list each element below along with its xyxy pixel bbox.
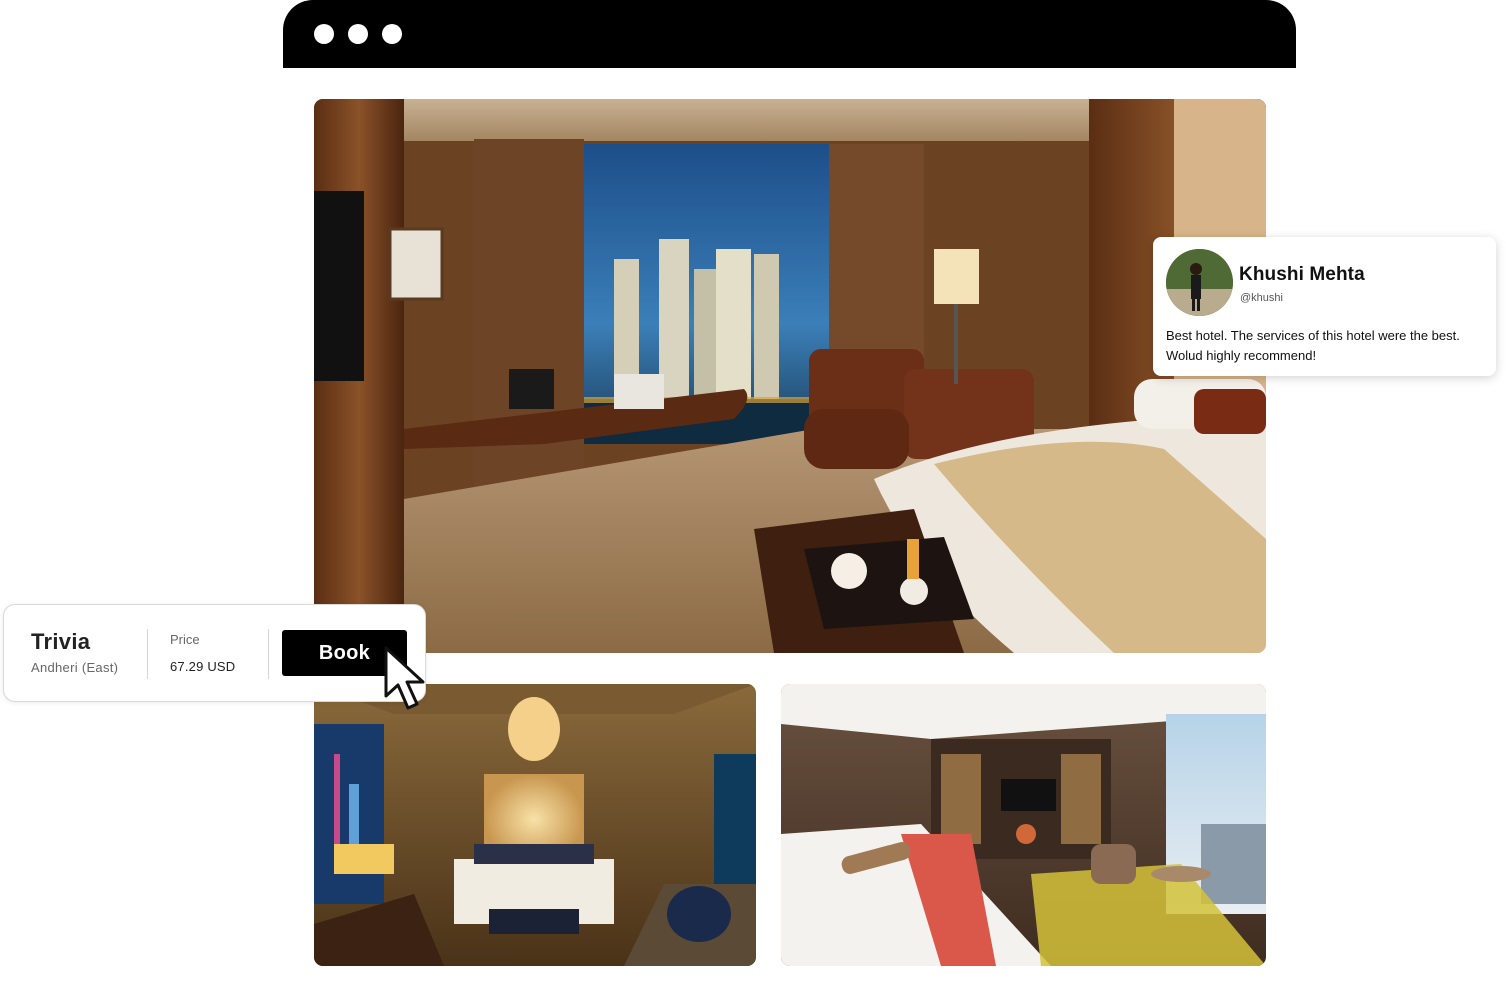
divider (268, 629, 269, 679)
price-label: Price (170, 632, 200, 647)
page: Khushi Mehta @khushi Best hotel. The ser… (0, 0, 1506, 997)
reviewer-handle: @khushi (1240, 292, 1283, 304)
window-dot[interactable] (314, 24, 334, 44)
reviewer-name: Khushi Mehta (1239, 264, 1365, 285)
hotel-bedroom-photo (314, 684, 756, 966)
review-text: Best hotel. The services of this hotel w… (1166, 328, 1460, 363)
window-dot[interactable] (382, 24, 402, 44)
avatar[interactable] (1166, 249, 1233, 316)
hotel-room-main-photo (314, 99, 1266, 653)
hotel-suite-photo (781, 684, 1266, 966)
booking-card: Trivia Andheri (East) Price 67.29 USD Bo… (3, 604, 426, 702)
hotel-name: Trivia (31, 629, 91, 654)
review-card: Khushi Mehta @khushi Best hotel. The ser… (1153, 237, 1496, 376)
price-value: 67.29 USD (170, 659, 236, 674)
mouse-pointer-icon (384, 646, 425, 710)
window-dot[interactable] (348, 24, 368, 44)
browser-window-bar (283, 0, 1296, 68)
divider (147, 629, 148, 679)
hotel-location: Andheri (East) (31, 660, 119, 675)
